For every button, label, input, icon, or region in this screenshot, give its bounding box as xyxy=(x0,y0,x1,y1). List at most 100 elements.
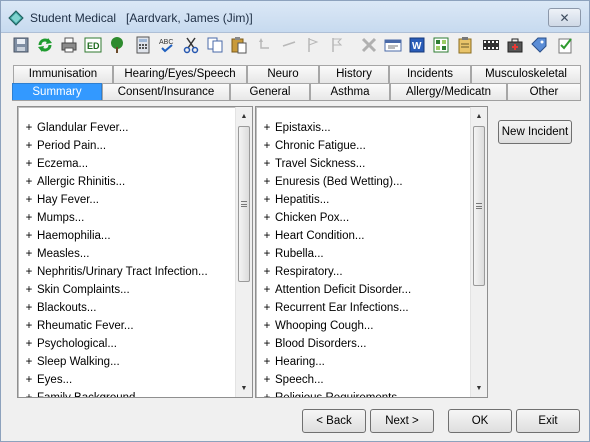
clipboard-icon[interactable] xyxy=(455,35,475,55)
tab-neuro[interactable]: Neuro xyxy=(247,65,319,83)
list-item[interactable]: + Heart Condition... xyxy=(256,227,470,245)
expand-icon[interactable]: + xyxy=(262,191,272,209)
word-icon[interactable]: W xyxy=(407,35,427,55)
list-item[interactable]: + Mumps... xyxy=(18,209,235,227)
calculator-icon[interactable] xyxy=(133,35,153,55)
expand-icon[interactable]: + xyxy=(24,245,34,263)
list-item[interactable]: + Sleep Walking... xyxy=(18,353,235,371)
tab-history[interactable]: History xyxy=(319,65,389,83)
list-item[interactable]: + Chicken Pox... xyxy=(256,209,470,227)
list-item[interactable]: + Psychological... xyxy=(18,335,235,353)
tab-incidents[interactable]: Incidents xyxy=(389,65,471,83)
expand-icon[interactable]: + xyxy=(24,263,34,281)
list-item[interactable]: + Hearing... xyxy=(256,353,470,371)
list-item[interactable]: + Skin Complaints... xyxy=(18,281,235,299)
expand-icon[interactable]: + xyxy=(262,371,272,389)
list-item[interactable]: + Travel Sickness... xyxy=(256,155,470,173)
next-button[interactable]: Next > xyxy=(370,409,434,433)
expand-icon[interactable]: + xyxy=(24,317,34,335)
scroll-up-arrow-icon[interactable]: ▲ xyxy=(236,108,252,124)
expand-icon[interactable]: + xyxy=(262,281,272,299)
tag-icon[interactable] xyxy=(529,35,549,55)
expand-icon[interactable]: + xyxy=(24,227,34,245)
save-icon[interactable] xyxy=(11,35,31,55)
tab-musculoskeletal[interactable]: Musculoskeletal xyxy=(471,65,581,83)
list-item[interactable]: + Religious Requirements... xyxy=(256,389,470,397)
list-item[interactable]: + Rubella... xyxy=(256,245,470,263)
list-item[interactable]: + Glandular Fever... xyxy=(18,119,235,137)
expand-icon[interactable]: + xyxy=(24,299,34,317)
expand-icon[interactable]: + xyxy=(24,353,34,371)
expand-icon[interactable]: + xyxy=(262,209,272,227)
expand-icon[interactable]: + xyxy=(262,119,272,137)
scroll-down-arrow-icon[interactable]: ▼ xyxy=(236,380,252,396)
list-item[interactable]: + Blackouts... xyxy=(18,299,235,317)
expand-icon[interactable]: + xyxy=(24,209,34,227)
list-item[interactable]: + Attention Deficit Disorder... xyxy=(256,281,470,299)
expand-icon[interactable]: + xyxy=(24,155,34,173)
spellcheck-icon[interactable]: ABC xyxy=(157,35,177,55)
scrollbar-thumb[interactable] xyxy=(473,126,485,286)
list-item[interactable]: + Hay Fever... xyxy=(18,191,235,209)
list-item[interactable]: + Chronic Fatigue... xyxy=(256,137,470,155)
spreadsheet-icon[interactable] xyxy=(431,35,451,55)
left-list-scrollbar[interactable]: ▲ ▼ xyxy=(235,107,252,397)
expand-icon[interactable]: + xyxy=(24,389,34,397)
expand-icon[interactable]: + xyxy=(24,281,34,299)
list-item[interactable]: + Recurrent Ear Infections... xyxy=(256,299,470,317)
undo-icon[interactable] xyxy=(255,35,275,55)
expand-icon[interactable]: + xyxy=(262,263,272,281)
list-item[interactable]: + Speech... xyxy=(256,371,470,389)
expand-icon[interactable]: + xyxy=(24,119,34,137)
tab-asthma[interactable]: Asthma xyxy=(310,83,390,101)
flag-outline-icon[interactable] xyxy=(327,35,347,55)
tree-icon[interactable] xyxy=(107,35,127,55)
delete-icon[interactable] xyxy=(359,35,379,55)
expand-icon[interactable]: + xyxy=(262,335,272,353)
ok-button[interactable]: OK xyxy=(448,409,512,433)
flag-icon[interactable] xyxy=(303,35,323,55)
exit-button[interactable]: Exit xyxy=(516,409,580,433)
list-item[interactable]: + Nephritis/Urinary Tract Infection... xyxy=(18,263,235,281)
scrollbar-thumb[interactable] xyxy=(238,126,250,282)
expand-icon[interactable]: + xyxy=(24,173,34,191)
tab-other[interactable]: Other xyxy=(507,83,581,101)
print-icon[interactable] xyxy=(59,35,79,55)
tab-allergy-medication[interactable]: Allergy/Medicatn xyxy=(390,83,507,101)
medical-kit-icon[interactable] xyxy=(505,35,525,55)
scroll-down-arrow-icon[interactable]: ▼ xyxy=(471,380,487,396)
copy-icon[interactable] xyxy=(205,35,225,55)
list-item[interactable]: + Family Background... xyxy=(18,389,235,397)
paste-icon[interactable] xyxy=(229,35,249,55)
scroll-up-arrow-icon[interactable]: ▲ xyxy=(471,108,487,124)
list-item[interactable]: + Eczema... xyxy=(18,155,235,173)
back-button[interactable]: < Back xyxy=(302,409,366,433)
right-list-scrollbar[interactable]: ▲ ▼ xyxy=(470,107,487,397)
cut-icon[interactable] xyxy=(181,35,201,55)
list-item[interactable]: + Rheumatic Fever... xyxy=(18,317,235,335)
expand-icon[interactable]: + xyxy=(262,173,272,191)
card-icon[interactable] xyxy=(383,35,403,55)
list-item[interactable]: + Measles... xyxy=(18,245,235,263)
expand-icon[interactable]: + xyxy=(262,317,272,335)
film-icon[interactable] xyxy=(481,35,501,55)
expand-icon[interactable]: + xyxy=(24,191,34,209)
tab-immunisation[interactable]: Immunisation xyxy=(13,65,113,83)
list-item[interactable]: + Hepatitis... xyxy=(256,191,470,209)
list-item[interactable]: + Eyes... xyxy=(18,371,235,389)
list-item[interactable]: + Whooping Cough... xyxy=(256,317,470,335)
expand-icon[interactable]: + xyxy=(262,245,272,263)
new-incident-button[interactable]: New Incident xyxy=(498,120,572,144)
expand-icon[interactable]: + xyxy=(262,299,272,317)
expand-icon[interactable]: + xyxy=(262,155,272,173)
tab-hearing-eyes-speech[interactable]: Hearing/Eyes/Speech xyxy=(113,65,247,83)
list-item[interactable]: + Epistaxis... xyxy=(256,119,470,137)
list-item[interactable]: + Blood Disorders... xyxy=(256,335,470,353)
refresh-icon[interactable] xyxy=(35,35,55,55)
tab-consent-insurance[interactable]: Consent/Insurance xyxy=(102,83,230,101)
expand-icon[interactable]: + xyxy=(262,389,272,397)
close-button[interactable]: ✕ xyxy=(548,8,581,27)
list-item[interactable]: + Enuresis (Bed Wetting)... xyxy=(256,173,470,191)
expand-icon[interactable]: + xyxy=(24,335,34,353)
redo-icon[interactable] xyxy=(279,35,299,55)
